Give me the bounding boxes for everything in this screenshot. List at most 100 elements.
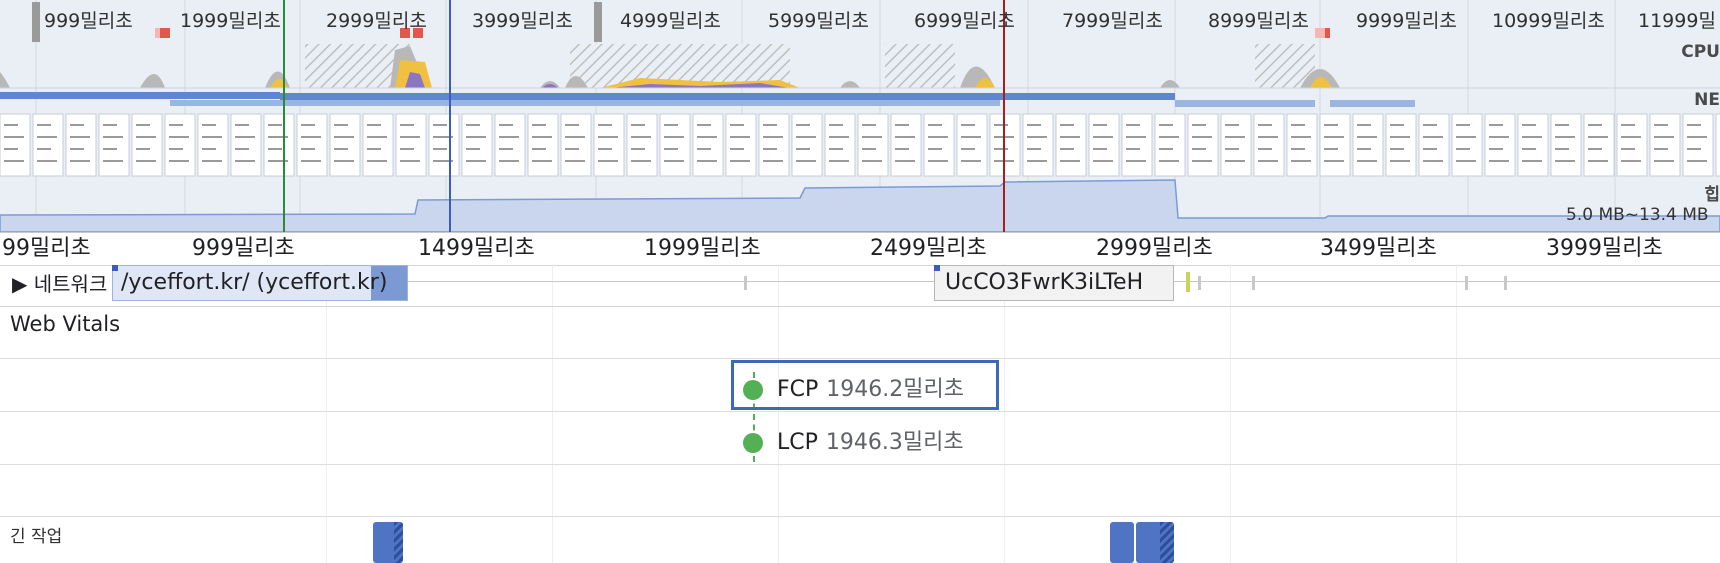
filmstrip-text-line (796, 160, 816, 162)
filmstrip-text-line (697, 160, 717, 162)
filmstrip-text-line (334, 148, 348, 150)
filmstrip-text-line (763, 148, 777, 150)
filmstrip-text-line (1192, 124, 1206, 126)
filmstrip-text-line (1357, 124, 1371, 126)
request-small-bar[interactable] (1252, 276, 1255, 290)
filmstrip-text-line (598, 124, 612, 126)
filmstrip-frame (1418, 113, 1450, 177)
request-small-bar[interactable] (744, 276, 747, 290)
filmstrip-text-line (1555, 160, 1575, 162)
filmstrip-text-line (1258, 148, 1272, 150)
filmstrip-text-line (1621, 148, 1635, 150)
filmstrip-text-line (1159, 124, 1173, 126)
filmstrip-frame (725, 113, 757, 177)
filmstrip-frame (923, 113, 955, 177)
network-track-toggle[interactable]: ▶ 네트워크 (12, 268, 107, 297)
filmstrip-text-line (664, 136, 684, 138)
filmstrip-text-line (1324, 136, 1344, 138)
filmstrip-text-line (334, 160, 354, 162)
filmstrip-text-line (1225, 148, 1239, 150)
ruler-tick: 3999밀리초 (1546, 236, 1663, 261)
filmstrip-text-line (565, 124, 579, 126)
filmstrip-text-line (1126, 148, 1140, 150)
filmstrip-text-line (1192, 148, 1206, 150)
request-start-marker (112, 265, 118, 271)
filmstrip-frame (1286, 113, 1318, 177)
cpu-track-label: CPU (1681, 42, 1720, 62)
timeline-overview[interactable]: 999밀리초 1999밀리초 2999밀리초 3999밀리초 4999밀리초 5… (0, 0, 1720, 232)
filmstrip-text-line (1225, 160, 1245, 162)
filmstrip-frame (1352, 113, 1384, 177)
time-ruler[interactable]: 99밀리초 999밀리초 1499밀리초 1999밀리초 2499밀리초 299… (0, 232, 1720, 266)
overview-tick: 999밀리초 (44, 10, 133, 32)
filmstrip-frame (1121, 113, 1153, 177)
filmstrip-text-line (697, 136, 717, 138)
lcp-marker[interactable]: LCP 1946.3밀리초 (743, 424, 964, 456)
filmstrip-text-line (1027, 148, 1041, 150)
long-task-bar[interactable] (1110, 522, 1134, 563)
filmstrip-text-line (565, 160, 585, 162)
filmstrip-frame (1187, 113, 1219, 177)
request-small-bar[interactable] (1465, 276, 1468, 290)
long-task-bar[interactable] (1136, 522, 1174, 563)
overview-tick: 9999밀리초 (1356, 10, 1457, 32)
long-task-hatch (1160, 522, 1174, 563)
filmstrip-text-line (1159, 148, 1173, 150)
overview-tick: 5999밀리초 (768, 10, 869, 32)
filmstrip-text-line (928, 160, 948, 162)
filmstrip-text-line (1456, 160, 1476, 162)
filmstrip-text-line (961, 148, 975, 150)
filmstrip-text-line (1489, 148, 1503, 150)
overview-tick: 3999밀리초 (472, 10, 573, 32)
filmstrip-text-line (1621, 124, 1635, 126)
request-small-bar[interactable] (1504, 276, 1507, 290)
filmstrip-text-line (1027, 160, 1047, 162)
filmstrip-frame (1088, 113, 1120, 177)
filmstrip-text-line (1357, 136, 1377, 138)
filmstrip-text-line (1522, 160, 1542, 162)
fcp-marker[interactable]: FCP 1946.2밀리초 (743, 371, 964, 403)
filmstrip-text-line (895, 124, 909, 126)
filmstrip-text-line (565, 148, 579, 150)
filmstrip-text-line (400, 124, 414, 126)
filmstrip-text-line (1456, 124, 1470, 126)
filmstrip-text-line (697, 148, 711, 150)
grid-line (778, 264, 779, 563)
filmstrip-text-line (1060, 160, 1080, 162)
filmstrip-text-line (400, 136, 420, 138)
filmstrip-text-line (1489, 124, 1503, 126)
filmstrip-frame (1484, 113, 1516, 177)
filmstrip-frame (1022, 113, 1054, 177)
filmstrip-text-line (796, 124, 810, 126)
filmstrip-text-line (400, 160, 420, 162)
filmstrip-text-line (598, 136, 618, 138)
filmstrip-frame (1517, 113, 1549, 177)
request-small-bar[interactable] (1186, 272, 1190, 292)
filmstrip-text-line (895, 148, 909, 150)
lcp-name: LCP (777, 430, 818, 455)
overview-tick: 1999밀리초 (180, 10, 281, 32)
filmstrip-text-line (1423, 136, 1443, 138)
ruler-tick: 2999밀리초 (1096, 236, 1213, 261)
filmstrip-text-line (532, 148, 546, 150)
grid-line (552, 264, 553, 563)
long-task-bar[interactable] (373, 522, 403, 563)
filmstrip-text-line (829, 124, 843, 126)
request-small-bar[interactable] (1198, 276, 1201, 290)
filmstrip-text-line (367, 136, 387, 138)
filmstrip-text-line (334, 136, 354, 138)
filmstrip-text-line (928, 136, 948, 138)
filmstrip-text-line (1093, 124, 1107, 126)
filmstrip-text-line (1390, 160, 1410, 162)
filmstrip-text-line (664, 148, 678, 150)
filmstrip-text-line (1060, 124, 1074, 126)
filmstrip-text-line (697, 124, 711, 126)
network-request-bar[interactable]: /yceffort.kr/ (yceffort.kr) (112, 265, 408, 301)
ruler-tick: 2499밀리초 (870, 236, 987, 261)
filmstrip-text-line (1093, 148, 1107, 150)
network-request-bar[interactable]: UcCO3FwrK3iLTeH (934, 265, 1174, 301)
filmstrip-text-line (466, 148, 480, 150)
filmstrip-text-line (466, 124, 480, 126)
filmstrip-text-line (367, 148, 381, 150)
filmstrip-frame (296, 113, 328, 177)
